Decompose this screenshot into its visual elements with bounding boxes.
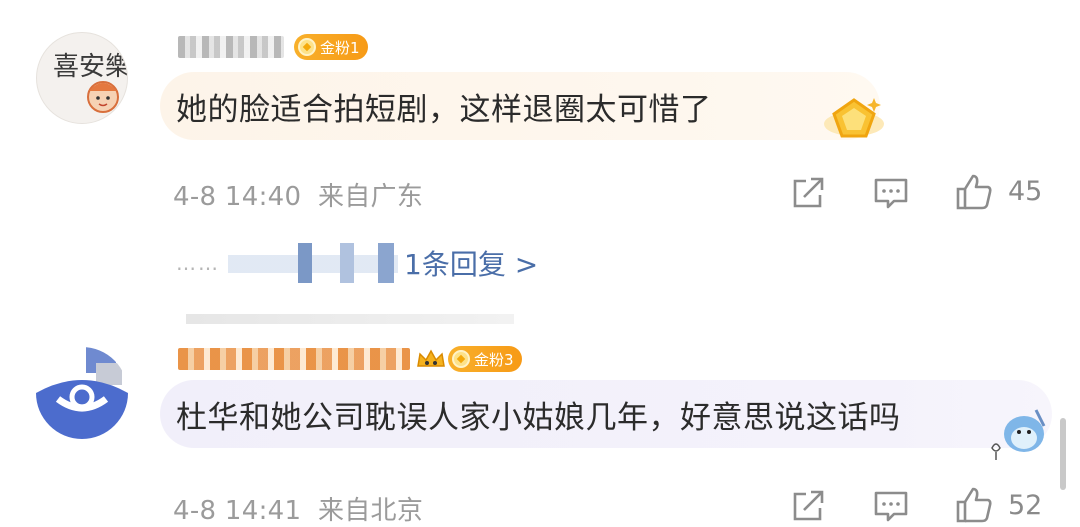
- thumbs-up-icon[interactable]: [954, 485, 994, 525]
- username-blurred[interactable]: [178, 348, 410, 370]
- avatar-image: [36, 347, 128, 439]
- crown-icon: [417, 349, 445, 367]
- comment-meta: 4-8 14:41 来自北京: [173, 490, 423, 527]
- share-icon[interactable]: [790, 488, 826, 524]
- comment-icon[interactable]: [873, 488, 909, 524]
- username-row: 金粉3: [178, 344, 522, 374]
- comment-text-bubble: 杜华和她公司耽误人家小姑娘几年，好意思说这话吗: [160, 380, 1052, 448]
- comment-location: 来自北京: [317, 496, 424, 526]
- comment-date: 4-8 14:41: [173, 496, 302, 526]
- gold-fan-icon: [452, 350, 470, 368]
- scrollbar[interactable]: [1060, 418, 1066, 490]
- avatar[interactable]: [36, 347, 128, 439]
- like-count: 52: [1008, 490, 1043, 521]
- comment-text: 杜华和她公司耽误人家小姑娘几年，好意思说这话吗: [176, 399, 901, 436]
- comment-item-2: 金粉3 杜华和她公司耽误人家小姑娘几年，好意思说这话吗 4-8 14:41 来自…: [0, 0, 1080, 527]
- fan-badge[interactable]: 金粉3: [448, 346, 522, 372]
- cartoon-decoration-icon: [991, 409, 1046, 460]
- badge-label: 金粉3: [474, 350, 514, 369]
